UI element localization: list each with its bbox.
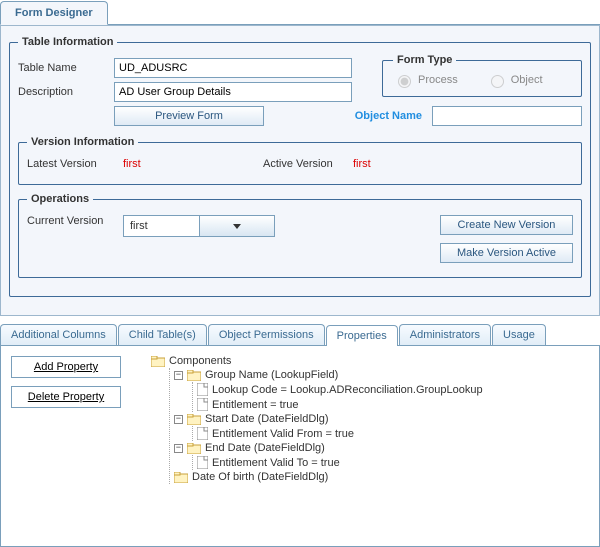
tab-administrators[interactable]: Administrators bbox=[399, 324, 491, 345]
make-version-active-button[interactable]: Make Version Active bbox=[440, 243, 573, 263]
form-type-group: Form Type Process Object bbox=[382, 54, 582, 97]
folder-icon bbox=[187, 414, 201, 425]
object-name-label: Object Name bbox=[355, 110, 422, 122]
object-name-input[interactable] bbox=[432, 106, 582, 126]
delete-property-button[interactable]: Delete Property bbox=[11, 386, 121, 408]
tree-start-date[interactable]: − Start Date (DateFieldDlg) bbox=[174, 412, 589, 426]
tree-leaf[interactable]: Entitlement Valid To = true bbox=[197, 455, 589, 470]
active-version-value: first bbox=[353, 158, 371, 170]
file-icon bbox=[197, 456, 208, 469]
operations-legend: Operations bbox=[27, 193, 93, 205]
form-type-object-radio[interactable]: Object bbox=[486, 72, 543, 88]
operations-group: Operations Current Version first Create … bbox=[18, 193, 582, 278]
current-version-select[interactable]: first bbox=[123, 215, 275, 237]
folder-icon bbox=[174, 472, 188, 483]
folder-icon bbox=[151, 356, 165, 367]
version-information-legend: Version Information bbox=[27, 136, 138, 148]
description-input[interactable] bbox=[114, 82, 352, 102]
file-icon bbox=[197, 427, 208, 440]
latest-version-value: first bbox=[123, 158, 263, 170]
create-new-version-button[interactable]: Create New Version bbox=[440, 215, 573, 235]
version-information-group: Version Information Latest Version first… bbox=[18, 136, 582, 185]
table-name-input[interactable] bbox=[114, 58, 352, 78]
collapse-icon[interactable]: − bbox=[174, 415, 183, 424]
chevron-down-icon bbox=[199, 216, 275, 236]
tab-additional-columns[interactable]: Additional Columns bbox=[0, 324, 117, 345]
properties-tree[interactable]: Components − Group Name (LookupField) Lo… bbox=[147, 352, 593, 540]
table-information-group: Table Information Table Name Description… bbox=[9, 36, 591, 297]
collapse-icon[interactable]: − bbox=[174, 371, 183, 380]
form-type-legend: Form Type bbox=[393, 54, 456, 66]
table-information-legend: Table Information bbox=[18, 36, 117, 48]
tree-leaf[interactable]: Entitlement = true bbox=[197, 397, 589, 412]
tree-leaf[interactable]: Entitlement Valid From = true bbox=[197, 426, 589, 441]
description-label: Description bbox=[18, 86, 114, 98]
form-type-process-radio[interactable]: Process bbox=[393, 72, 458, 88]
collapse-icon[interactable]: − bbox=[174, 444, 183, 453]
tab-child-tables[interactable]: Child Table(s) bbox=[118, 324, 207, 345]
tree-leaf[interactable]: Lookup Code = Lookup.ADReconciliation.Gr… bbox=[197, 382, 589, 397]
tab-usage[interactable]: Usage bbox=[492, 324, 546, 345]
file-icon bbox=[197, 398, 208, 411]
add-property-button[interactable]: Add Property bbox=[11, 356, 121, 378]
tab-object-permissions[interactable]: Object Permissions bbox=[208, 324, 325, 345]
current-version-label: Current Version bbox=[27, 215, 123, 227]
latest-version-label: Latest Version bbox=[27, 158, 123, 170]
tree-end-date[interactable]: − End Date (DateFieldDlg) bbox=[174, 441, 589, 455]
folder-icon bbox=[187, 443, 201, 454]
tree-root[interactable]: Components bbox=[151, 354, 589, 368]
top-tab-bar: Form Designer bbox=[0, 0, 600, 25]
file-icon bbox=[197, 383, 208, 396]
tab-form-designer[interactable]: Form Designer bbox=[0, 1, 108, 25]
tree-date-of-birth[interactable]: Date Of birth (DateFieldDlg) bbox=[174, 470, 589, 484]
lower-tab-bar: Additional Columns Child Table(s) Object… bbox=[0, 324, 600, 345]
tree-group-name[interactable]: − Group Name (LookupField) bbox=[174, 368, 589, 382]
main-panel: Table Information Table Name Description… bbox=[0, 25, 600, 316]
tab-properties[interactable]: Properties bbox=[326, 325, 398, 346]
active-version-label: Active Version bbox=[263, 158, 353, 170]
preview-form-button[interactable]: Preview Form bbox=[114, 106, 264, 126]
table-name-label: Table Name bbox=[18, 62, 114, 74]
folder-icon bbox=[187, 370, 201, 381]
